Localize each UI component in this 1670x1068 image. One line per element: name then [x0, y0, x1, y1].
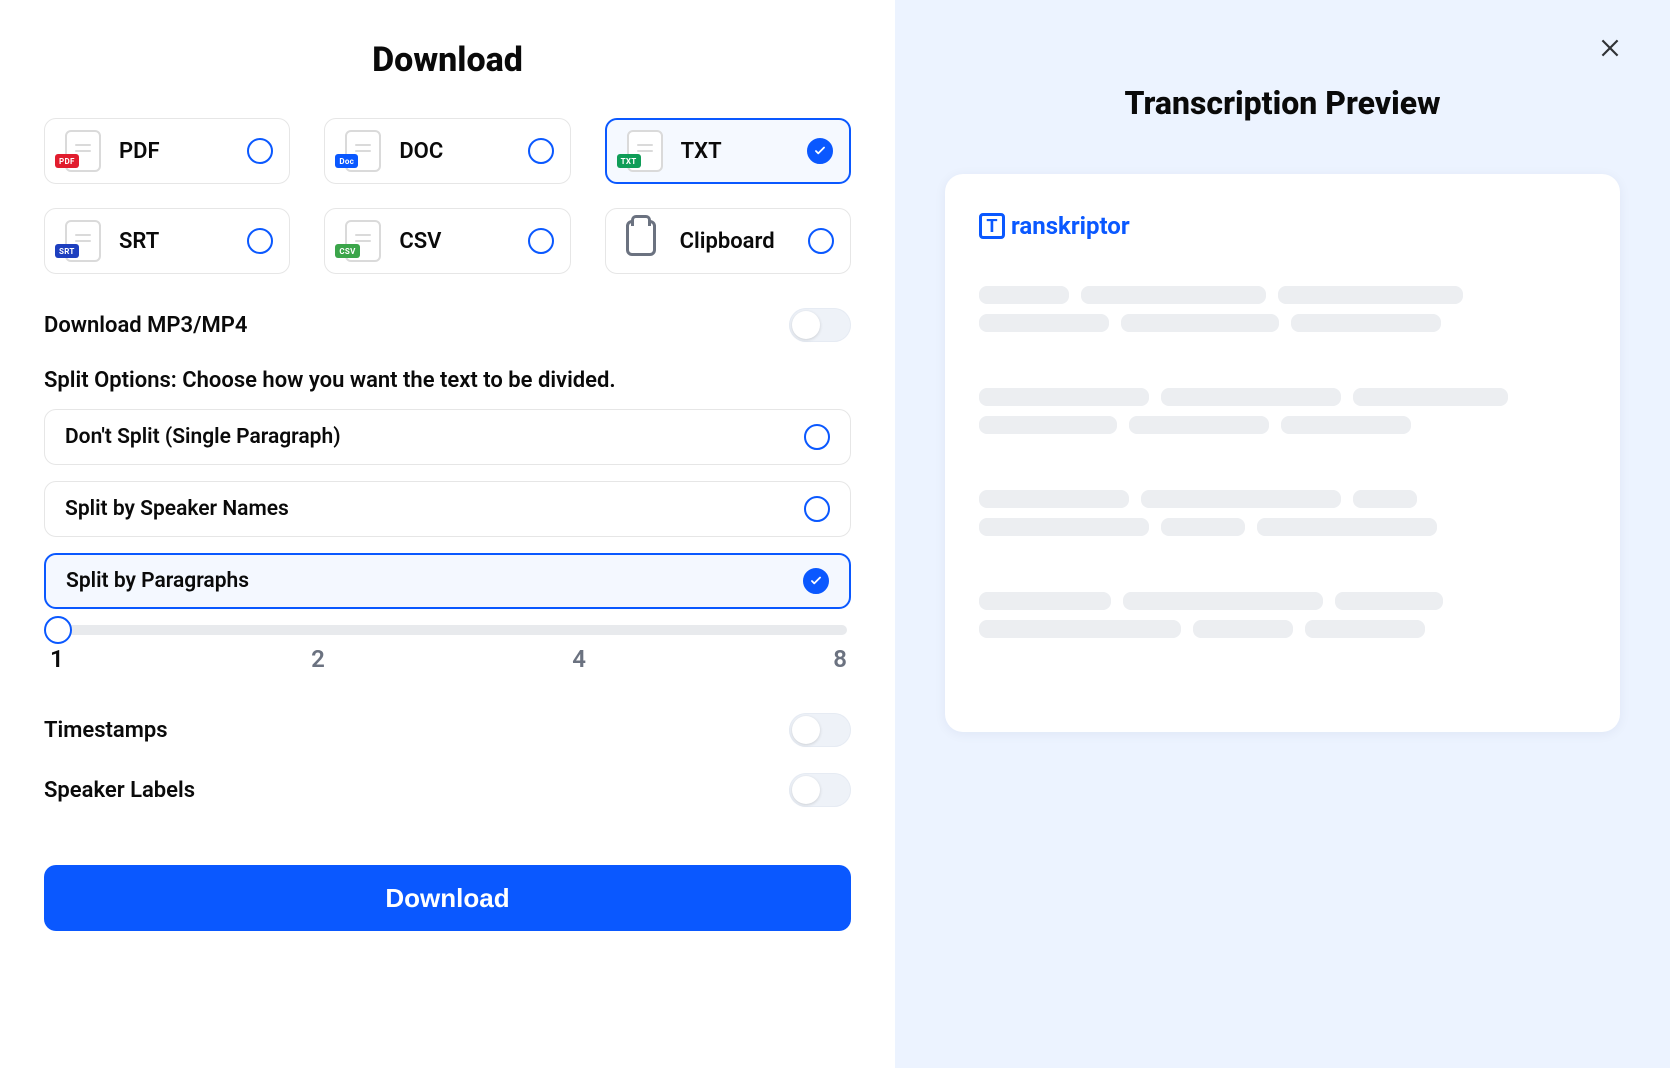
- speaker-label: Speaker Labels: [44, 778, 195, 803]
- split-option-1[interactable]: Split by Speaker Names: [44, 481, 851, 537]
- skeleton: [1161, 518, 1245, 536]
- format-label: PDF: [119, 139, 247, 164]
- format-txt[interactable]: TXT TXT: [605, 118, 851, 184]
- mp3-row: Download MP3/MP4: [44, 308, 851, 342]
- preview-line: [979, 592, 1586, 610]
- file-pdf-icon: PDF: [59, 130, 101, 172]
- format-srt[interactable]: SRT SRT: [44, 208, 290, 274]
- split-option-0[interactable]: Don't Split (Single Paragraph): [44, 409, 851, 465]
- skeleton: [979, 416, 1117, 434]
- format-radio: [808, 228, 834, 254]
- file-csv-icon: CSV: [339, 220, 381, 262]
- skeleton: [979, 620, 1181, 638]
- timestamps-label: Timestamps: [44, 718, 168, 743]
- close-button[interactable]: [1590, 28, 1630, 68]
- brand-text: ranskriptor: [1011, 212, 1130, 240]
- timestamps-toggle[interactable]: [789, 713, 851, 747]
- skeleton: [1291, 314, 1441, 332]
- format-doc[interactable]: Doc DOC: [324, 118, 570, 184]
- preview-line: [979, 388, 1586, 406]
- skeleton: [1353, 490, 1417, 508]
- brand-logo: Transkriptor: [979, 212, 1586, 240]
- format-label: TXT: [681, 139, 807, 164]
- slider-tick-2: 2: [311, 645, 325, 673]
- slider-track[interactable]: [56, 625, 847, 635]
- format-clipboard[interactable]: Clipboard: [605, 208, 851, 274]
- slider-tick-8: 8: [833, 645, 847, 673]
- mp3-label: Download MP3/MP4: [44, 313, 247, 338]
- preview-line: [979, 286, 1586, 304]
- format-pdf[interactable]: PDF PDF: [44, 118, 290, 184]
- paragraph-slider: 1 2 4 8: [44, 625, 851, 673]
- skeleton: [1257, 518, 1437, 536]
- skeleton: [979, 388, 1149, 406]
- file-srt-icon: SRT: [59, 220, 101, 262]
- preview-line: [979, 314, 1586, 332]
- file-txt-icon: TXT: [621, 130, 663, 172]
- split-option-2[interactable]: Split by Paragraphs: [44, 553, 851, 609]
- format-label: SRT: [119, 229, 247, 254]
- format-label: DOC: [399, 139, 527, 164]
- skeleton: [979, 490, 1129, 508]
- skeleton: [1141, 490, 1341, 508]
- speaker-toggle[interactable]: [789, 773, 851, 807]
- brand-initial: T: [979, 213, 1005, 239]
- preview-line: [979, 518, 1586, 536]
- split-option-label: Don't Split (Single Paragraph): [65, 425, 341, 449]
- slider-thumb[interactable]: [44, 616, 72, 644]
- format-radio: [247, 228, 273, 254]
- file-doc-icon: Doc: [339, 130, 381, 172]
- split-option-label: Split by Speaker Names: [65, 497, 289, 521]
- format-radio: [247, 138, 273, 164]
- skeleton: [1129, 416, 1269, 434]
- mp3-toggle[interactable]: [789, 308, 851, 342]
- preview-card: Transkriptor: [945, 174, 1620, 732]
- skeleton: [1123, 592, 1323, 610]
- skeleton: [1305, 620, 1425, 638]
- skeleton: [1081, 286, 1266, 304]
- preview-line: [979, 490, 1586, 508]
- download-title: Download: [44, 40, 851, 80]
- preview-paragraph: [979, 592, 1586, 638]
- skeleton: [1193, 620, 1293, 638]
- preview-paragraph: [979, 286, 1586, 332]
- format-csv[interactable]: CSV CSV: [324, 208, 570, 274]
- format-grid: PDF PDF Doc DOC TXT TXT SRT SRT CSV CSV Clipboard: [44, 118, 851, 274]
- format-radio: [807, 138, 833, 164]
- preview-paragraph: [979, 490, 1586, 536]
- preview-title: Transcription Preview: [945, 84, 1620, 122]
- skeleton: [979, 286, 1069, 304]
- skeleton: [979, 518, 1149, 536]
- split-radio: [804, 424, 830, 450]
- skeleton: [979, 592, 1111, 610]
- speaker-row: Speaker Labels: [44, 773, 851, 807]
- preview-line: [979, 416, 1586, 434]
- download-button[interactable]: Download: [44, 865, 851, 931]
- format-radio: [528, 228, 554, 254]
- format-radio: [528, 138, 554, 164]
- skeleton: [1161, 388, 1341, 406]
- skeleton: [979, 314, 1109, 332]
- download-panel: Download PDFPDFDocDOCTXTTXTSRTSRTCSVCSVC…: [0, 0, 895, 1068]
- preview-paragraph: [979, 388, 1586, 434]
- slider-tick-1: 1: [50, 645, 64, 673]
- preview-panel: Transcription Preview Transkriptor: [895, 0, 1670, 1068]
- slider-labels: 1 2 4 8: [44, 645, 851, 673]
- format-label: Clipboard: [680, 229, 808, 254]
- split-radio: [804, 496, 830, 522]
- timestamps-row: Timestamps: [44, 713, 851, 747]
- split-option-label: Split by Paragraphs: [66, 569, 249, 593]
- split-header: Split Options: Choose how you want the t…: [44, 368, 851, 393]
- split-radio: [803, 568, 829, 594]
- skeleton: [1281, 416, 1411, 434]
- skeleton: [1335, 592, 1443, 610]
- skeleton: [1278, 286, 1463, 304]
- slider-tick-4: 4: [572, 645, 586, 673]
- skeleton: [1353, 388, 1508, 406]
- preview-line: [979, 620, 1586, 638]
- skeleton: [1121, 314, 1279, 332]
- format-label: CSV: [399, 229, 527, 254]
- clipboard-icon: [620, 220, 662, 262]
